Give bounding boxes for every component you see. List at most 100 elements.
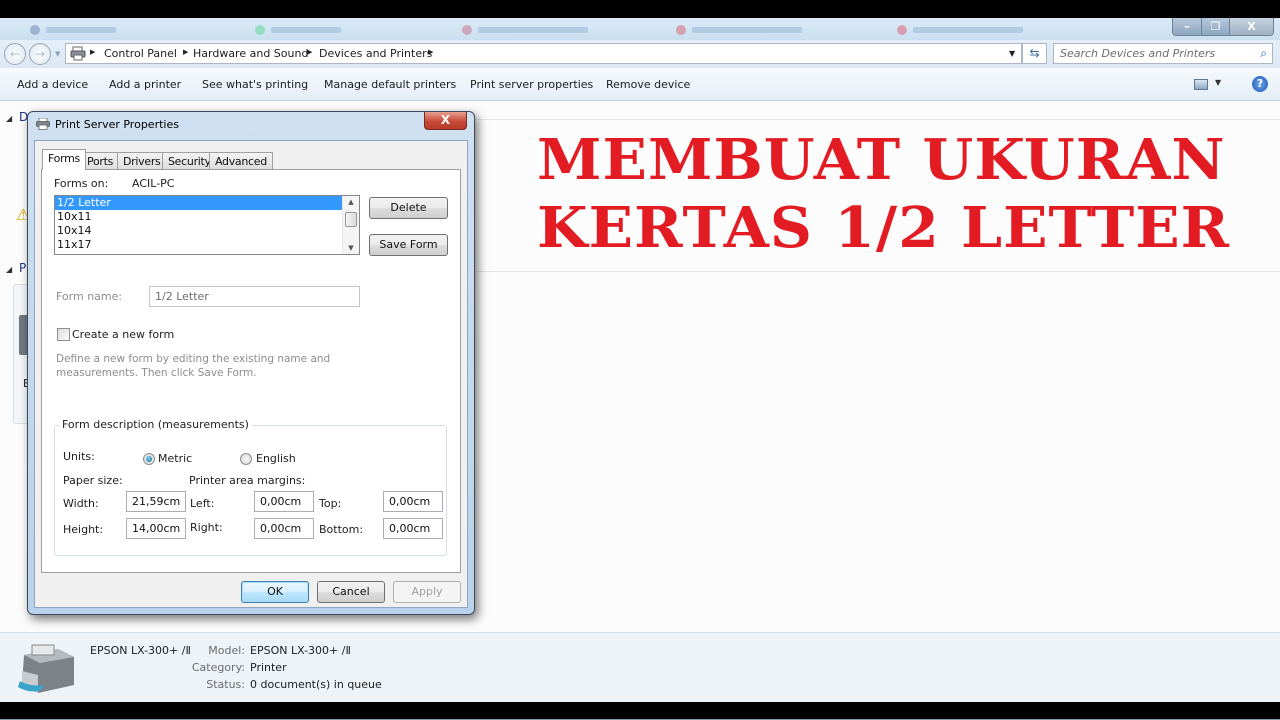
remove-device-button[interactable]: Remove device: [606, 78, 690, 91]
measurements-title: Form description (measurements): [59, 418, 252, 431]
height-input[interactable]: 14,00cm: [126, 518, 186, 539]
metric-label[interactable]: Metric: [158, 452, 192, 465]
create-new-form-checkbox[interactable]: [57, 328, 70, 341]
form-name-label: Form name:: [56, 290, 123, 303]
dialog-close-button[interactable]: X: [424, 112, 467, 130]
screen: – ❐ X ← → ▼ ▶ Control Panel ▶ Hardware a…: [0, 0, 1280, 720]
breadcrumb-separator[interactable]: ▶: [307, 48, 312, 56]
metric-radio[interactable]: [143, 453, 155, 465]
scroll-up-arrow-icon[interactable]: ▲: [343, 196, 359, 208]
see-whats-printing-button[interactable]: See what's printing: [202, 78, 308, 91]
save-form-button[interactable]: Save Form: [369, 234, 448, 256]
group-divider: [470, 271, 1280, 272]
measurements-groupbox: Form description (measurements) Units: M…: [54, 418, 447, 556]
printers-group-label[interactable]: P: [19, 261, 26, 275]
details-pane: EPSON LX-300+ /Ⅱ Model: EPSON LX-300+ /Ⅱ…: [0, 632, 1280, 702]
search-input[interactable]: Search Devices and Printers ⌕: [1053, 43, 1273, 64]
manage-default-printers-button[interactable]: Manage default printers: [324, 78, 456, 91]
add-device-button[interactable]: Add a device: [17, 78, 88, 91]
form-list-item[interactable]: 1/2 Letter: [55, 196, 343, 210]
category-label: Category:: [191, 661, 245, 674]
bottom-margin-label: Bottom:: [319, 523, 364, 536]
print-server-properties-button[interactable]: Print server properties: [470, 78, 593, 91]
group-divider: [470, 119, 1280, 120]
tab-ports[interactable]: Ports: [81, 152, 120, 169]
address-dropdown-icon[interactable]: ▼: [1009, 49, 1015, 58]
paper-size-label: Paper size:: [63, 474, 123, 487]
minimize-button[interactable]: –: [1173, 18, 1201, 35]
view-options-dropdown-icon[interactable]: ▼: [1215, 78, 1221, 87]
search-placeholder: Search Devices and Printers: [1060, 47, 1216, 60]
blurred-taskbar-tab: [897, 23, 1023, 35]
address-bar-row: ← → ▼ ▶ Control Panel ▶ Hardware and Sou…: [0, 40, 1280, 68]
command-bar: Add a device Add a printer See what's pr…: [0, 68, 1280, 101]
width-input[interactable]: 21,59cm: [126, 491, 186, 512]
add-printer-button[interactable]: Add a printer: [109, 78, 181, 91]
category-value: Printer: [250, 661, 287, 674]
address-bar[interactable]: ▶ Control Panel ▶ Hardware and Sound ▶ D…: [65, 43, 1022, 64]
delete-button[interactable]: Delete: [369, 197, 448, 219]
left-margin-input[interactable]: 0,00cm: [254, 491, 314, 512]
apply-button[interactable]: Apply: [393, 581, 461, 603]
breadcrumb-devices-and-printers[interactable]: Devices and Printers: [319, 47, 432, 60]
hint-text-line-1: Define a new form by editing the existin…: [56, 353, 331, 365]
top-margin-input[interactable]: 0,00cm: [383, 491, 443, 512]
form-list-item[interactable]: 10x14: [55, 224, 343, 238]
dialog-body: Forms Ports Drivers Security Advanced Fo…: [34, 140, 468, 608]
forms-tab-panel: Forms on: ACIL-PC 1/2 Letter 10x11 10x14…: [41, 169, 461, 573]
top-margin-label: Top:: [319, 497, 342, 510]
bottom-margin-input[interactable]: 0,00cm: [383, 518, 443, 539]
tab-advanced[interactable]: Advanced: [209, 152, 273, 169]
help-icon[interactable]: ?: [1252, 76, 1268, 92]
tab-drivers[interactable]: Drivers: [117, 152, 167, 169]
restore-button[interactable]: ❐: [1201, 18, 1229, 35]
create-new-form-label[interactable]: Create a new form: [72, 328, 174, 341]
change-view-icon[interactable]: [1194, 79, 1208, 90]
headline-line-2: KERTAS 1/2 LETTER: [537, 195, 1231, 261]
model-value: EPSON LX-300+ /Ⅱ: [250, 644, 351, 657]
forms-list-scrollbar[interactable]: ▲ ▼: [342, 196, 359, 254]
recent-pages-dropdown-icon[interactable]: ▼: [55, 50, 60, 58]
window-controls: – ❐ X: [1172, 18, 1274, 36]
units-label: Units:: [63, 450, 95, 463]
forward-button[interactable]: →: [29, 43, 51, 65]
width-label: Width:: [63, 497, 99, 510]
form-name-input[interactable]: 1/2 Letter: [149, 286, 360, 307]
forms-on-label: Forms on:: [54, 177, 109, 190]
right-margin-input[interactable]: 0,00cm: [254, 518, 314, 539]
refresh-icon: ⇆: [1029, 46, 1040, 60]
breadcrumb-hardware-and-sound[interactable]: Hardware and Sound: [193, 47, 308, 60]
close-window-button[interactable]: X: [1229, 18, 1273, 35]
breadcrumb-separator[interactable]: ▶: [428, 48, 433, 56]
scroll-thumb[interactable]: [345, 212, 357, 227]
title-bar: – ❐ X: [0, 18, 1280, 40]
headline-line-1: MEMBUAT UKURAN: [537, 127, 1226, 193]
collapse-devices-group-icon[interactable]: ◢: [6, 114, 12, 123]
search-icon[interactable]: ⌕: [1260, 46, 1267, 61]
scroll-down-arrow-icon[interactable]: ▼: [343, 242, 359, 254]
printer-area-margins-label: Printer area margins:: [189, 474, 306, 487]
dialog-title: Print Server Properties: [55, 118, 179, 131]
height-label: Height:: [63, 523, 104, 536]
blurred-taskbar-tab: [462, 23, 588, 35]
collapse-printers-group-icon[interactable]: ◢: [6, 265, 12, 274]
forms-listbox[interactable]: 1/2 Letter 10x11 10x14 11x17 ▲ ▼: [54, 195, 360, 255]
cancel-button[interactable]: Cancel: [317, 581, 385, 603]
ok-button[interactable]: OK: [241, 581, 309, 603]
english-label[interactable]: English: [256, 452, 296, 465]
printer-icon: [18, 644, 74, 693]
breadcrumb-separator[interactable]: ▶: [183, 48, 188, 56]
breadcrumb-control-panel[interactable]: Control Panel: [104, 47, 177, 60]
back-button[interactable]: ←: [4, 43, 26, 65]
print-server-properties-dialog: Print Server Properties X Forms Ports Dr…: [27, 111, 475, 615]
refresh-button[interactable]: ⇆: [1022, 43, 1047, 64]
form-list-item[interactable]: 10x11: [55, 210, 343, 224]
blurred-taskbar-tab: [30, 23, 116, 35]
tab-forms[interactable]: Forms: [42, 149, 86, 170]
hint-text-line-2: measurements. Then click Save Form.: [56, 367, 257, 379]
breadcrumb-separator[interactable]: ▶: [90, 48, 95, 56]
english-radio[interactable]: [240, 453, 252, 465]
status-label: Status:: [206, 678, 245, 691]
form-list-item[interactable]: 11x17: [55, 238, 343, 252]
right-margin-label: Right:: [190, 521, 223, 534]
